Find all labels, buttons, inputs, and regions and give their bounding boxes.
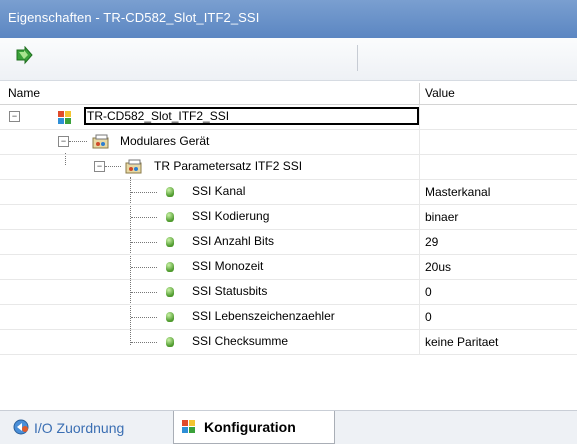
property-name: SSI Checksumme	[192, 334, 289, 348]
tree-root-label: TR-CD582_Slot_ITF2_SSI	[84, 107, 419, 125]
tree-line	[131, 342, 157, 343]
column-header-name[interactable]: Name	[8, 86, 40, 100]
row-divider	[419, 305, 420, 329]
property-row[interactable]: SSI Statusbits 0	[0, 280, 577, 305]
column-header: Name Value	[0, 83, 577, 105]
tree-group-label: Modulares Gerät	[120, 134, 210, 148]
tree-line	[131, 317, 157, 318]
bottom-tab-bar: I/O Zuordnung Konfiguration	[0, 410, 577, 444]
property-row[interactable]: SSI Kodierung binaer	[0, 205, 577, 230]
window-title: Eigenschaften - TR-CD582_Slot_ITF2_SSI	[8, 10, 260, 25]
collapse-icon[interactable]: −	[9, 111, 20, 122]
property-row[interactable]: SSI Checksumme keine Paritaet	[0, 330, 577, 355]
collapse-icon[interactable]: −	[58, 136, 69, 147]
config-icon	[182, 420, 195, 433]
row-divider	[419, 230, 420, 254]
tree-line	[131, 267, 157, 268]
property-row[interactable]: SSI Monozeit 20us	[0, 255, 577, 280]
toolbar-separator	[357, 45, 358, 71]
tree-row-parametersatz[interactable]: − TR Parametersatz ITF2 SSI	[0, 155, 577, 180]
parameter-icon	[166, 212, 174, 222]
property-value[interactable]: keine Paritaet	[425, 335, 498, 349]
property-tree: − TR-CD582_Slot_ITF2_SSI − Modulares Ger…	[0, 105, 577, 355]
property-name: SSI Kanal	[192, 184, 246, 198]
row-divider	[419, 105, 420, 129]
tree-line	[69, 141, 87, 142]
tree-line	[131, 242, 157, 243]
property-name: SSI Kodierung	[192, 209, 270, 223]
property-name: SSI Monozeit	[192, 259, 264, 273]
tree-group-label: TR Parametersatz ITF2 SSI	[154, 159, 303, 173]
row-divider	[419, 155, 420, 179]
apply-arrow-icon[interactable]	[14, 46, 34, 66]
row-divider	[419, 330, 420, 354]
settings-folder-icon	[125, 159, 142, 174]
collapse-icon[interactable]: −	[94, 161, 105, 172]
tree-line	[131, 192, 157, 193]
property-row[interactable]: SSI Kanal Masterkanal	[0, 180, 577, 205]
tab-io-zuordnung[interactable]: I/O Zuordnung	[8, 411, 178, 444]
property-value[interactable]: 20us	[425, 260, 451, 274]
toolbar	[0, 38, 577, 81]
row-divider	[419, 205, 420, 229]
row-divider	[419, 255, 420, 279]
tab-label: I/O Zuordnung	[34, 420, 125, 436]
tree-line	[105, 166, 121, 167]
tab-label: Konfiguration	[204, 419, 296, 435]
row-divider	[419, 180, 420, 204]
row-divider	[419, 130, 420, 154]
tab-konfiguration[interactable]: Konfiguration	[173, 411, 335, 444]
property-value[interactable]: Masterkanal	[425, 185, 490, 199]
column-divider[interactable]	[419, 83, 420, 104]
property-name: SSI Anzahl Bits	[192, 234, 275, 248]
parameter-icon	[166, 262, 174, 272]
property-value[interactable]: 0	[425, 310, 432, 324]
parameter-icon	[166, 337, 174, 347]
parameter-icon	[166, 237, 174, 247]
property-name: SSI Statusbits	[192, 284, 268, 298]
column-header-value[interactable]: Value	[425, 86, 455, 100]
settings-folder-icon	[92, 134, 109, 149]
tree-row-modulares-geraet[interactable]: − Modulares Gerät	[0, 130, 577, 155]
row-divider	[419, 280, 420, 304]
property-value[interactable]: binaer	[425, 210, 458, 224]
property-row[interactable]: SSI Anzahl Bits 29	[0, 230, 577, 255]
property-name: SSI Lebenszeichenzaehler	[192, 309, 335, 323]
device-icon	[58, 111, 71, 124]
io-mapping-icon	[13, 419, 29, 435]
property-row[interactable]: SSI Lebenszeichenzaehler 0	[0, 305, 577, 330]
parameter-icon	[166, 287, 174, 297]
property-value[interactable]: 0	[425, 285, 432, 299]
parameter-icon	[166, 312, 174, 322]
parameter-icon	[166, 187, 174, 197]
tree-row-root[interactable]: − TR-CD582_Slot_ITF2_SSI	[0, 105, 577, 130]
property-value[interactable]: 29	[425, 235, 438, 249]
tree-line	[131, 217, 157, 218]
window-titlebar: Eigenschaften - TR-CD582_Slot_ITF2_SSI	[0, 0, 577, 38]
tree-line	[131, 292, 157, 293]
